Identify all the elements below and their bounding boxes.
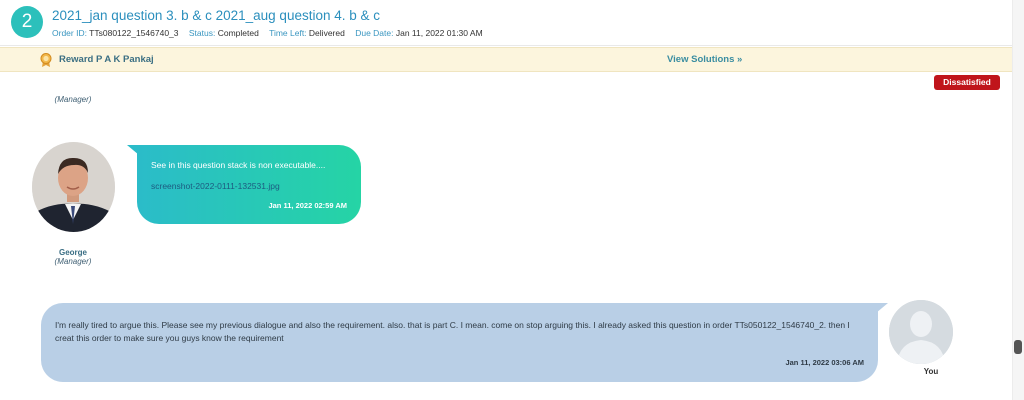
sender-role-george: (Manager) <box>54 257 92 266</box>
avatar-you <box>889 300 953 364</box>
dissatisfied-badge: Dissatisfied <box>934 75 1000 90</box>
chat-thread: (Manager) George (Manager) See in this q… <box>0 90 1012 400</box>
medal-icon <box>40 53 52 67</box>
order-header: 2 2021_jan question 3. b & c 2021_aug qu… <box>0 0 1012 46</box>
status-value: Completed <box>217 28 259 38</box>
reward-bar: Reward P A K Pankaj View Solutions » <box>0 47 1012 72</box>
outgoing-message-time: Jan 11, 2022 03:06 AM <box>785 358 864 367</box>
avatar-george <box>32 142 115 232</box>
incoming-message-text: See in this question stack is non execut… <box>151 160 326 170</box>
scrollbar-thumb[interactable] <box>1014 340 1022 354</box>
outgoing-message-text: I'm really tired to argue this. Please s… <box>55 320 850 343</box>
outgoing-bubble-tail <box>876 303 888 313</box>
order-id-value: TTs080122_1546740_3 <box>89 28 179 38</box>
order-title[interactable]: 2021_jan question 3. b & c 2021_aug ques… <box>52 8 380 23</box>
page-scrollbar[interactable] <box>1012 0 1024 400</box>
george-photo <box>32 142 115 232</box>
reward-writer-text[interactable]: Reward P A K Pankaj <box>59 54 154 65</box>
incoming-message-time: Jan 11, 2022 02:59 AM <box>268 201 347 210</box>
sender-name-george: George <box>58 248 87 257</box>
previous-sender-role: (Manager) <box>54 95 92 104</box>
due-date-label: Due Date: <box>355 28 394 38</box>
attachment-link[interactable]: screenshot-2022-0111-132531.jpg <box>151 181 280 191</box>
user-placeholder-icon <box>889 300 953 364</box>
time-left-value: Delivered <box>308 28 345 38</box>
status-label: Status: <box>188 28 216 38</box>
view-solutions-link[interactable]: View Solutions » <box>667 54 742 65</box>
order-id-label: Order ID: <box>52 28 87 38</box>
step-number-badge: 2 <box>11 6 43 38</box>
due-date-value: Jan 11, 2022 01:30 AM <box>395 28 483 38</box>
time-left-label: Time Left: <box>269 28 307 38</box>
order-meta: Order ID: TTs080122_1546740_3 Status: Co… <box>52 28 491 38</box>
sender-name-you: You <box>923 367 939 376</box>
